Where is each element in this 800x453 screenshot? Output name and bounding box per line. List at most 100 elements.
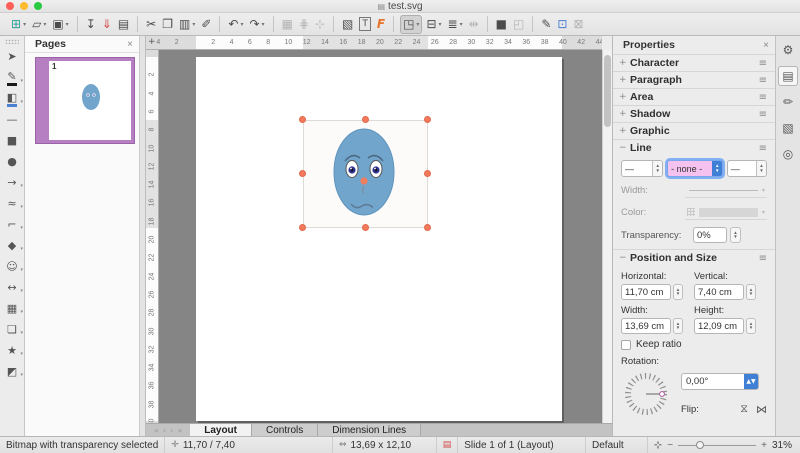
snap-to-grid-icon[interactable]: ⋕ [297, 15, 311, 34]
flip-vertical-icon[interactable]: ⧖ [740, 402, 748, 416]
rotation-dial[interactable] [621, 369, 681, 422]
sidebar-settings-icon[interactable]: ⚙ [778, 40, 798, 60]
callout-shapes-tool-icon[interactable]: ❏▾ [1, 319, 23, 340]
section-menu-icon[interactable]: ≡ [759, 253, 767, 264]
print-icon[interactable]: ▤ [116, 15, 131, 34]
zoom-in-button[interactable]: + [761, 440, 767, 451]
page-style-status[interactable]: Default [586, 437, 648, 453]
width-stepper[interactable]: ▲▼ [673, 318, 683, 334]
stars-and-banners-tool-icon[interactable]: ★▾ [1, 340, 23, 361]
horizontal-stepper[interactable]: ▲▼ [673, 284, 683, 300]
line-width-style-select[interactable]: — ▲▼ [727, 160, 767, 177]
connectors-tool-icon[interactable]: ⌐▾ [1, 214, 23, 235]
copy-icon[interactable]: ❐ [160, 15, 175, 34]
vertical-stepper[interactable]: ▲▼ [746, 284, 756, 300]
fit-page-icon[interactable]: ⊹ [654, 440, 662, 451]
insert-text-box-icon[interactable]: T [357, 15, 373, 34]
tab-nav-arrow[interactable]: ‹ [163, 426, 166, 435]
points-icon[interactable]: ⊡ [555, 15, 569, 34]
selection-handle[interactable] [362, 116, 369, 123]
arrange-icon[interactable]: ⊟▾ [424, 15, 443, 34]
canvas-viewport[interactable] [159, 50, 602, 423]
width-input[interactable] [621, 318, 671, 334]
insert-line-tool-icon[interactable]: — [1, 109, 23, 130]
height-stepper[interactable]: ▲▼ [746, 318, 756, 334]
helplines-while-moving-icon[interactable]: ⊹ [313, 15, 327, 34]
symbol-shapes-tool-icon[interactable]: ☺▾ [1, 256, 23, 277]
keep-ratio-checkbox[interactable] [621, 340, 631, 350]
crop-icon[interactable]: ◰ [511, 15, 526, 34]
canvas-vertical-scrollbar[interactable] [602, 50, 612, 423]
tab-nav-arrow[interactable]: » [177, 426, 182, 435]
rectangle-tool-icon[interactable]: ■ [1, 130, 23, 151]
clone-formatting-icon[interactable]: ✐ [199, 15, 213, 34]
navigator-tab-icon[interactable]: ◎ [778, 144, 798, 164]
toolbar-grip[interactable] [5, 39, 19, 44]
fill-color-tool-icon[interactable]: ◧▾ [1, 88, 23, 109]
height-input[interactable] [694, 318, 744, 334]
tab-nav-arrow[interactable]: « [154, 426, 159, 435]
vertical-position-input[interactable] [694, 284, 744, 300]
selection-handle[interactable] [299, 224, 306, 231]
save-icon[interactable]: ▣▾ [50, 15, 70, 34]
section-paragraph[interactable]: +Paragraph≡ [613, 71, 775, 88]
section-menu-icon[interactable]: ≡ [759, 58, 767, 69]
horizontal-position-input[interactable] [621, 284, 671, 300]
export-icon[interactable]: ↧ [84, 15, 98, 34]
transparency-stepper[interactable]: ▲▼ [730, 227, 741, 243]
section-character[interactable]: +Character≡ [613, 54, 775, 71]
display-grid-icon[interactable]: ▦ [280, 15, 295, 34]
flip-horizontal-icon[interactable]: ⋈ [756, 403, 767, 416]
gallery-tab-icon[interactable]: ▧ [778, 118, 798, 138]
export-pdf-icon[interactable]: ⇓ [100, 15, 114, 34]
line-style-select[interactable]: — ▲▼ [621, 160, 663, 177]
basic-shapes-tool-icon[interactable]: ◆▾ [1, 235, 23, 256]
line-color-dropdown[interactable]: ▾ [685, 205, 767, 220]
page-tab-controls[interactable]: Controls [252, 424, 318, 436]
flowchart-tool-icon[interactable]: ▦▾ [1, 298, 23, 319]
page-tab-layout[interactable]: Layout [190, 424, 252, 436]
paste-icon[interactable]: ▥▾ [177, 15, 197, 34]
shapes-tab-icon[interactable]: ✏ [778, 92, 798, 112]
section-area[interactable]: +Area≡ [613, 88, 775, 105]
page-thumbnail[interactable]: 1 [35, 57, 135, 144]
selection-handle[interactable] [424, 224, 431, 231]
section-position-and-size[interactable]: − Position and Size ≡ [613, 249, 775, 266]
pages-panel-close-icon[interactable]: × [127, 39, 133, 50]
page-tab-dimension-lines[interactable]: Dimension Lines [318, 424, 421, 436]
open-icon[interactable]: ▱▾ [30, 15, 48, 34]
selection-handle[interactable] [424, 116, 431, 123]
section-menu-icon[interactable]: ≡ [759, 75, 767, 86]
arrow-style-select[interactable]: - none - ▲▼ [667, 160, 723, 177]
cut-icon[interactable]: ✂ [144, 15, 158, 34]
distribute-icon[interactable]: ⇹ [467, 15, 481, 34]
selected-bitmap-object[interactable] [303, 120, 428, 228]
glue-points-icon[interactable]: ⊠ [571, 15, 585, 34]
section-menu-icon[interactable]: ≡ [759, 143, 767, 154]
transformations-icon[interactable]: ◳▾ [400, 15, 422, 34]
slide-status[interactable]: Slide 1 of 1 (Layout) [458, 437, 586, 453]
block-arrows-tool-icon[interactable]: ↔▾ [1, 277, 23, 298]
tab-nav-arrow[interactable]: › [170, 426, 173, 435]
zoom-out-button[interactable]: − [667, 440, 673, 451]
properties-panel-close-icon[interactable]: × [763, 40, 769, 51]
section-shadow[interactable]: +Shadow≡ [613, 105, 775, 122]
3d-objects-tool-icon[interactable]: ◩▾ [1, 361, 23, 382]
zoom-slider[interactable] [678, 445, 756, 446]
rotation-angle-select[interactable]: 0,00° ▲▼ [681, 373, 759, 390]
insert-image-icon[interactable]: ▧ [340, 15, 355, 34]
new-document-icon[interactable]: ⊞▾ [9, 15, 28, 34]
drawing-page[interactable] [196, 57, 562, 421]
fontwork-icon[interactable]: F [375, 15, 387, 34]
redo-icon[interactable]: ↷▾ [247, 15, 266, 34]
line-width-dropdown[interactable]: ▾ [685, 183, 767, 198]
select-tool-icon[interactable]: ➤ [1, 46, 23, 67]
lines-and-arrows-tool-icon[interactable]: →▾ [1, 172, 23, 193]
selection-handle[interactable] [424, 170, 431, 177]
selection-handle[interactable] [362, 224, 369, 231]
section-menu-icon[interactable]: ≡ [759, 92, 767, 103]
curves-and-polygons-tool-icon[interactable]: ≈▾ [1, 193, 23, 214]
section-menu-icon[interactable]: ≡ [759, 109, 767, 120]
scrollbar-thumb[interactable] [604, 55, 611, 127]
ellipse-tool-icon[interactable]: ● [1, 151, 23, 172]
